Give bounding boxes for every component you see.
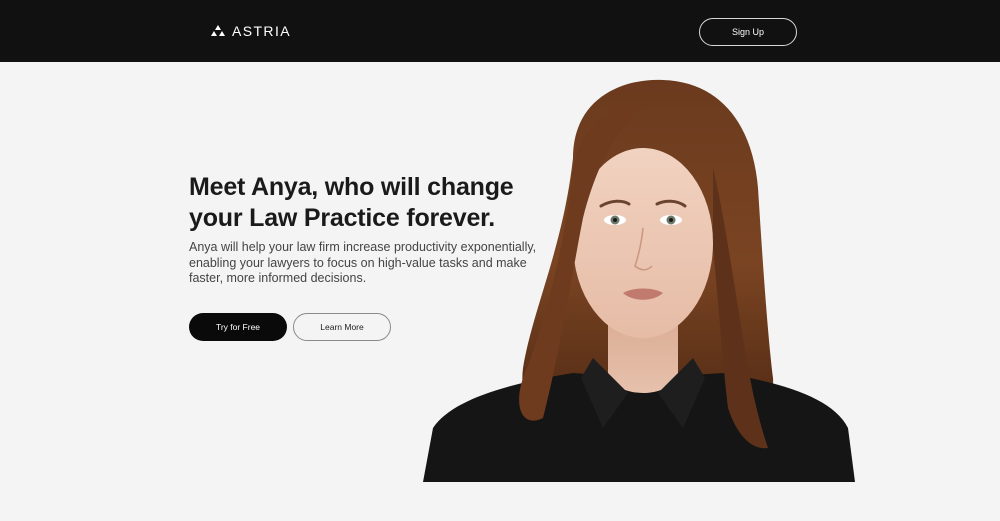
brand-name: ASTRIA [232,23,291,39]
brand-logo[interactable]: ASTRIA [210,21,291,41]
triangle-logo-icon [210,24,226,38]
top-navbar: ASTRIA Sign Up [0,0,1000,62]
try-for-free-button[interactable]: Try for Free [189,313,287,341]
anya-portrait-image [423,78,855,482]
signup-button[interactable]: Sign Up [699,18,797,46]
learn-more-button[interactable]: Learn More [293,313,391,341]
